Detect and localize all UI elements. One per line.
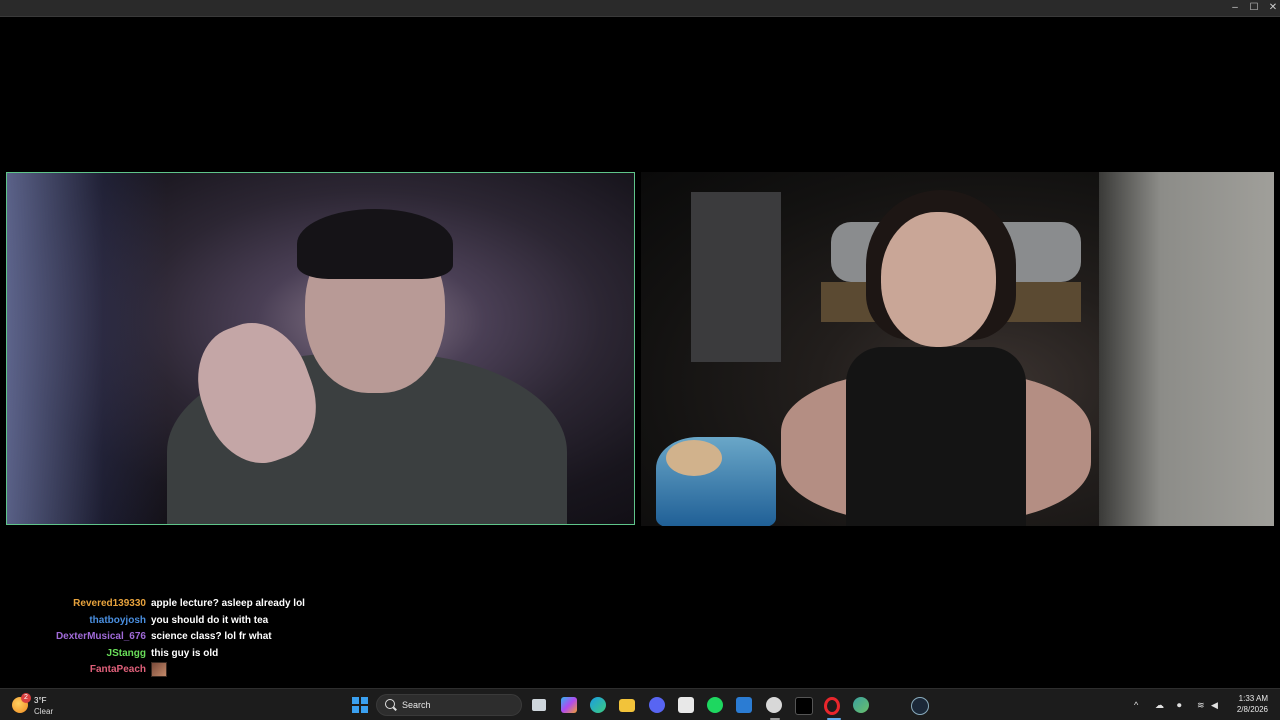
wifi-icon[interactable]: ≋ [1197, 700, 1205, 710]
weather-widget[interactable]: 2 3°F Clear [12, 693, 72, 717]
taskbar: 2 3°F Clear Search ^ ☁ ⏺ ≋ ◀ 1:33 AM 2/8… [0, 688, 1280, 720]
opera-icon[interactable] [824, 697, 840, 715]
drawer-cabinet [691, 192, 781, 362]
file-explorer-icon[interactable] [619, 699, 635, 712]
edge-icon[interactable] [590, 697, 606, 713]
chat-message: apple lecture? asleep already lol [151, 598, 305, 609]
store-icon[interactable] [678, 697, 694, 713]
search-placeholder: Search [402, 700, 431, 710]
chat-username: FantaPeach [89, 664, 146, 676]
globe-app-icon[interactable] [853, 697, 869, 713]
steam-icon[interactable] [911, 697, 929, 715]
chat-message: science class? lol fr what [151, 631, 272, 643]
copilot-icon[interactable] [561, 697, 577, 713]
webcam-left [6, 172, 635, 525]
chat-line: Revered139330 apple lecture? asleep alre… [0, 596, 640, 613]
discord-icon[interactable] [649, 697, 665, 713]
clock-time[interactable]: 1:33 AM [1228, 694, 1268, 703]
chatgpt-icon[interactable] [766, 697, 782, 713]
person-head [881, 212, 996, 347]
weather-condition: Clear [34, 707, 54, 716]
close-button[interactable]: ✕ [1262, 0, 1280, 16]
chat-username: Revered139330 [73, 598, 146, 609]
task-view-icon[interactable] [532, 699, 546, 711]
search-icon [385, 699, 395, 709]
chat-line: JStangg this guy is old [0, 646, 640, 663]
emote-icon [151, 662, 167, 678]
chat-overlay: Revered139330 apple lecture? asleep alre… [0, 596, 640, 679]
chat-message: you should do it with tea [151, 614, 269, 626]
chat-line: thatboyjosh you should do it with tea [0, 613, 640, 630]
clock-date[interactable]: 2/8/2026 [1228, 705, 1268, 714]
chat-line: FantaPeach [0, 662, 640, 679]
headphones [297, 209, 453, 279]
chat-line: DexterMusical_676 science class? lol fr … [0, 629, 640, 646]
microphone-icon[interactable]: ⏺ [1177, 700, 1182, 710]
taskbar-search[interactable]: Search [376, 694, 522, 716]
start-button[interactable] [352, 697, 368, 713]
person-top [846, 347, 1026, 526]
mail-icon[interactable] [736, 697, 752, 713]
chat-message [151, 662, 167, 678]
chevron-up-icon[interactable]: ^ [1134, 700, 1138, 710]
chat-username: thatboyjosh [89, 614, 146, 626]
chat-username: DexterMusical_676 [55, 631, 146, 643]
window-title-bar: – ☐ ✕ [0, 0, 1280, 17]
tiktok-icon[interactable] [795, 697, 813, 715]
webcam-right [641, 172, 1274, 526]
bottle-cork [666, 440, 722, 476]
chat-username: JStangg [106, 647, 146, 659]
spotify-icon[interactable] [707, 697, 723, 713]
weather-temp: 3°F [34, 696, 47, 705]
chat-message: this guy is old [151, 647, 219, 659]
volume-icon[interactable]: ◀ [1211, 700, 1218, 710]
cloud-icon[interactable]: ☁ [1155, 700, 1164, 710]
wall [1099, 172, 1274, 526]
weather-badge: 2 [21, 693, 31, 703]
